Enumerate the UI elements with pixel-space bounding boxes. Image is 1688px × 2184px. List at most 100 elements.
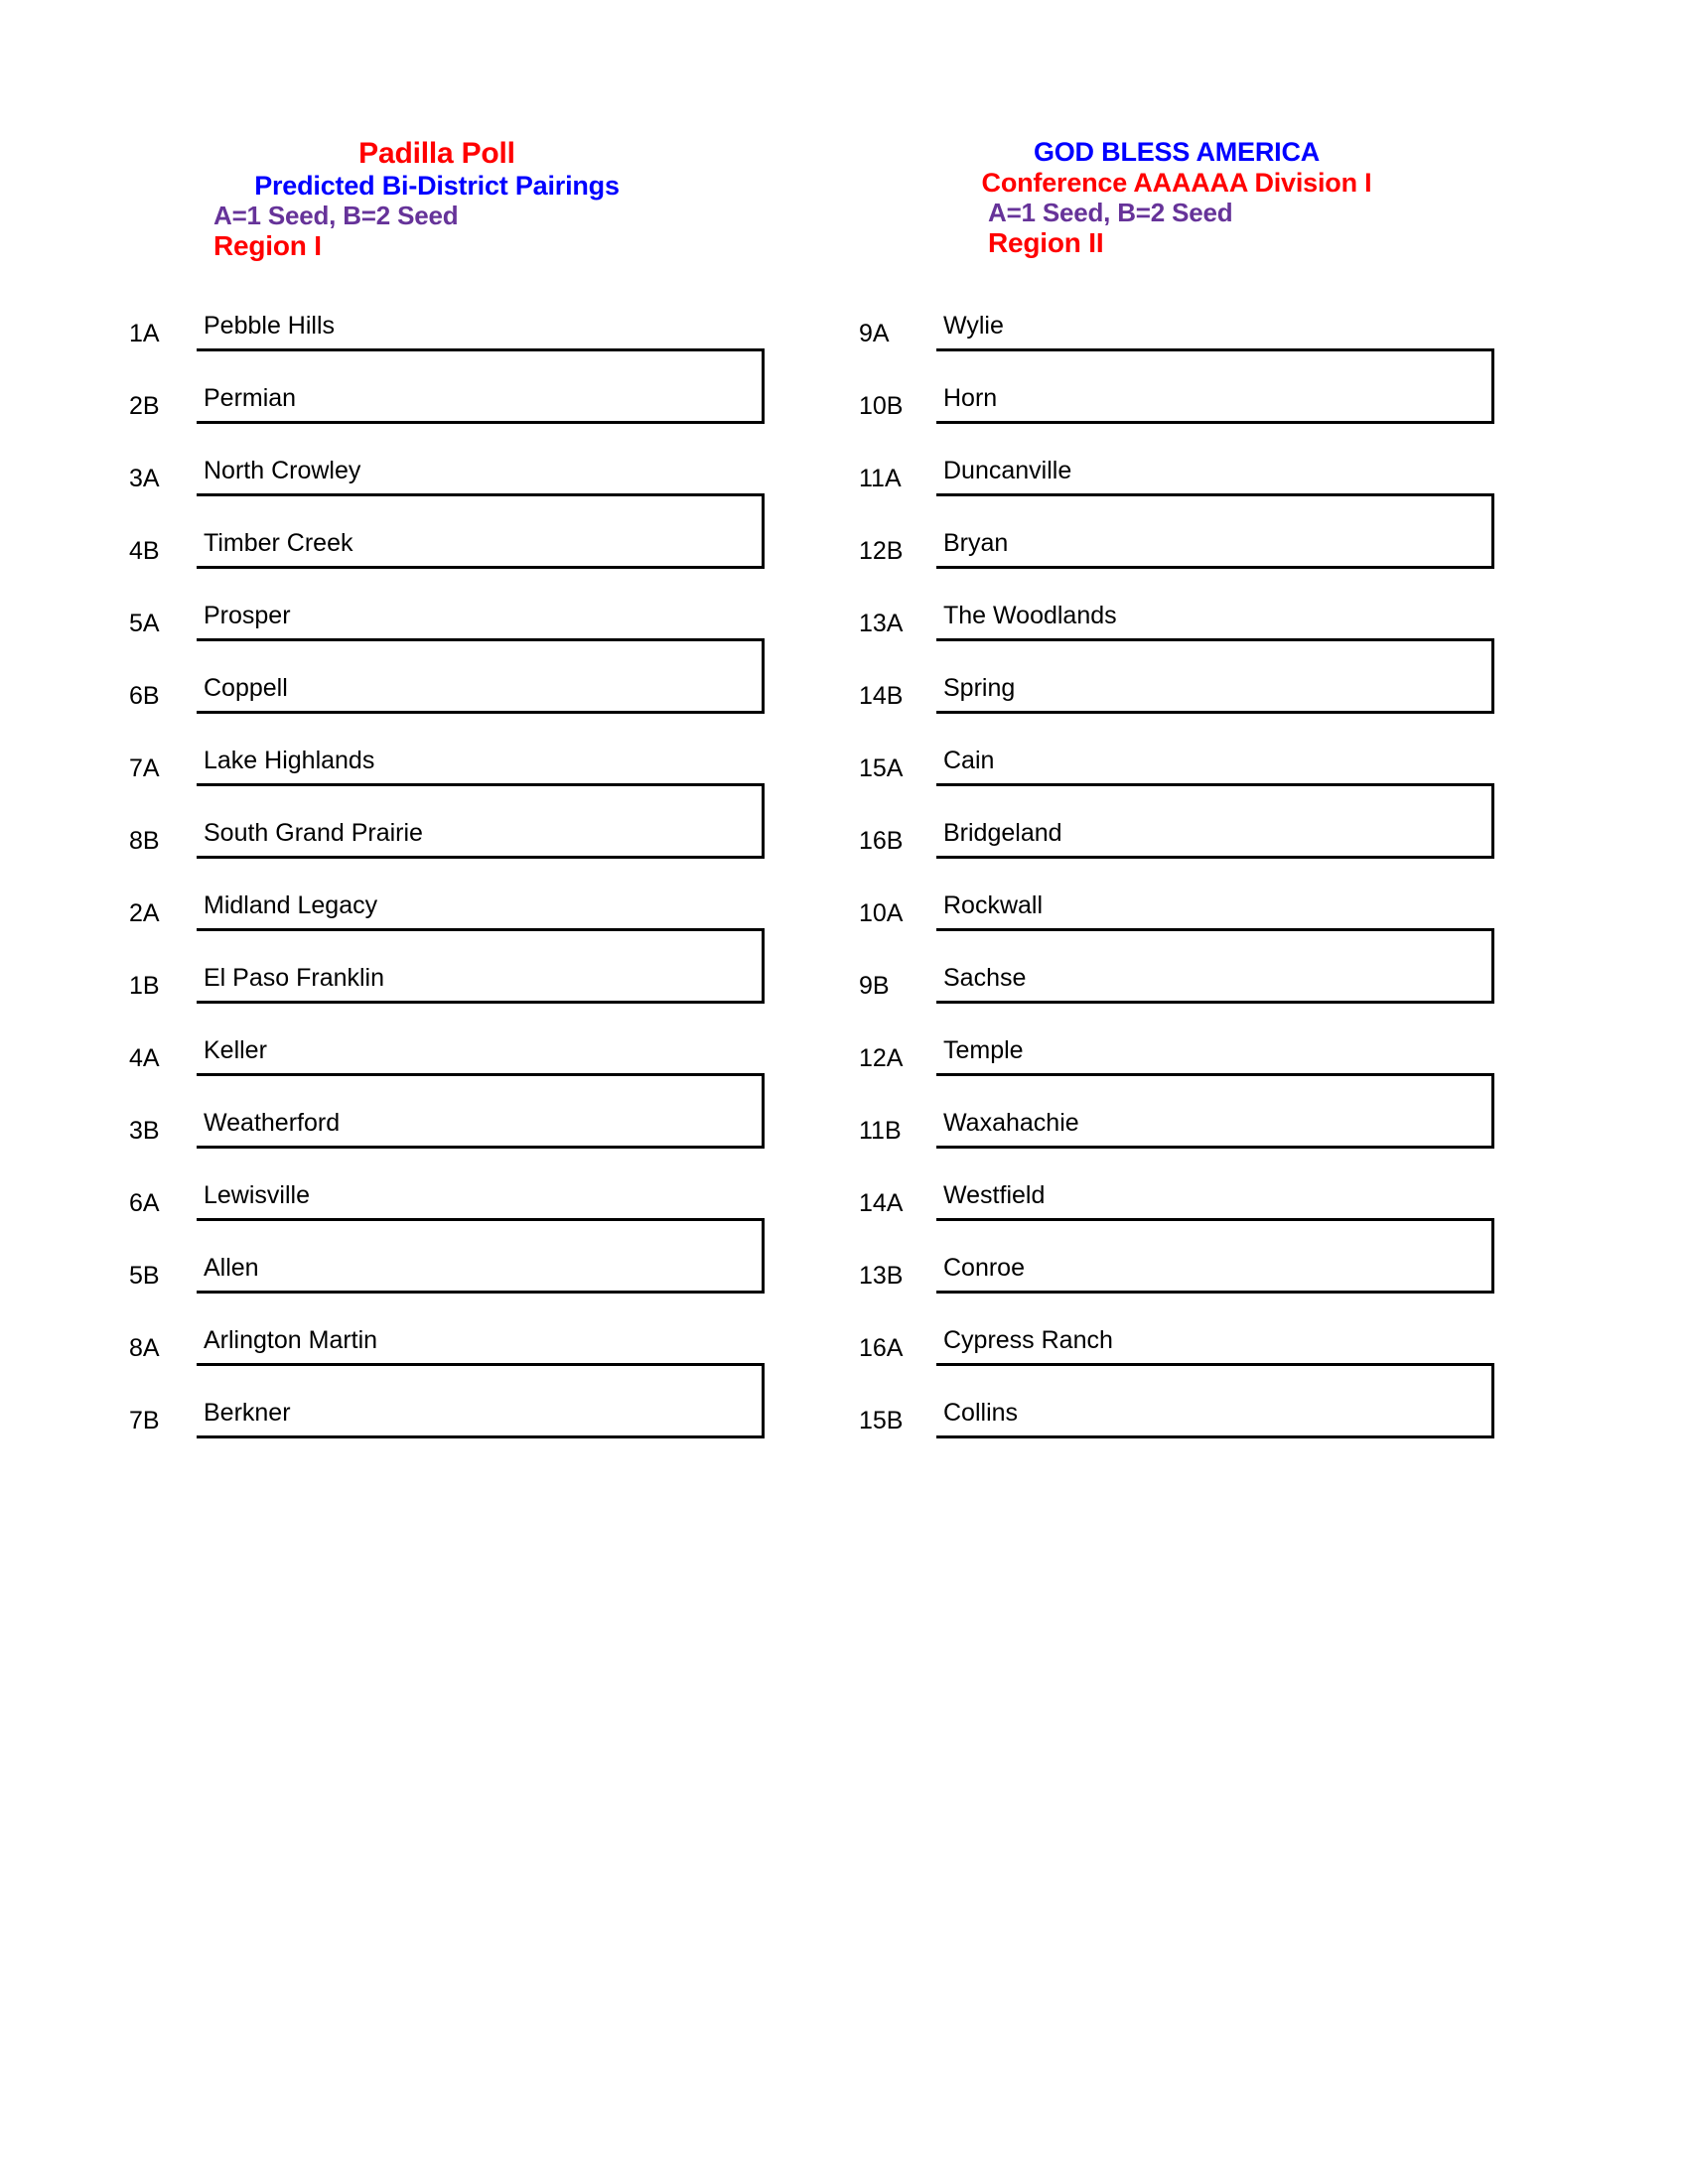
team-slot[interactable]: Bridgeland (936, 811, 1494, 859)
team-slot[interactable]: Timber Creek (197, 521, 765, 569)
team-slot[interactable]: The Woodlands (936, 594, 1494, 641)
team-name: Waxahachie (943, 1109, 1079, 1137)
team-slot[interactable]: Lewisville (197, 1173, 765, 1221)
bracket-pair: 5A Prosper 6B Coppell (129, 594, 765, 739)
bracket-connector (762, 783, 765, 859)
seed-label: 5B (129, 1262, 160, 1290)
bracket-pair: 6A Lewisville 5B Allen (129, 1173, 765, 1318)
region-2-bracket: 9A Wylie 10B Horn 11A Duncanville 12B Br… (859, 304, 1494, 1463)
bracket-connector (762, 493, 765, 569)
bracket-slot: 2A Midland Legacy (129, 884, 765, 956)
team-slot[interactable]: Wylie (936, 304, 1494, 351)
seed-legend: A=1 Seed, B=2 Seed (213, 201, 459, 231)
team-name: North Crowley (204, 457, 361, 484)
team-slot[interactable]: Arlington Martin (197, 1318, 765, 1366)
team-slot[interactable]: North Crowley (197, 449, 765, 496)
seed-label: 11A (859, 465, 902, 492)
bracket-pair: 3A North Crowley 4B Timber Creek (129, 449, 765, 594)
team-name: Pebble Hills (204, 312, 336, 340)
team-name: Arlington Martin (204, 1326, 378, 1354)
team-name: El Paso Franklin (204, 964, 385, 992)
team-slot[interactable]: Allen (197, 1246, 765, 1294)
team-slot[interactable]: Sachse (936, 956, 1494, 1004)
bracket-pair: 16A Cypress Ranch 15B Collins (859, 1318, 1494, 1463)
team-slot[interactable]: Conroe (936, 1246, 1494, 1294)
seed-label: 10B (859, 392, 904, 420)
team-slot[interactable]: Westfield (936, 1173, 1494, 1221)
team-slot[interactable]: Collins (936, 1391, 1494, 1438)
team-name: Allen (204, 1254, 259, 1282)
team-slot[interactable]: Midland Legacy (197, 884, 765, 931)
team-name: Coppell (204, 674, 288, 702)
team-name: Midland Legacy (204, 891, 378, 919)
bracket-connector (1491, 1218, 1494, 1294)
bracket-slot: 13B Conroe (859, 1246, 1494, 1318)
bracket-slot: 8A Arlington Martin (129, 1318, 765, 1391)
seed-label: 14B (859, 682, 904, 710)
team-name: Collins (943, 1399, 1019, 1427)
team-slot[interactable]: Bryan (936, 521, 1494, 569)
team-slot[interactable]: Lake Highlands (197, 739, 765, 786)
seed-label: 14A (859, 1189, 904, 1217)
team-slot[interactable]: Rockwall (936, 884, 1494, 931)
conference-subtitle: Conference AAAAAA Division I (981, 167, 1372, 198)
bracket-slot: 1B El Paso Franklin (129, 956, 765, 1028)
team-name: Berkner (204, 1399, 291, 1427)
seed-label: 11B (859, 1117, 902, 1145)
seed-label: 8A (129, 1334, 160, 1362)
team-slot[interactable]: Waxahachie (936, 1101, 1494, 1149)
team-slot[interactable]: Prosper (197, 594, 765, 641)
seed-label: 8B (129, 827, 160, 855)
bracket-connector (762, 1218, 765, 1294)
team-slot[interactable]: Cain (936, 739, 1494, 786)
bracket-slot: 4B Timber Creek (129, 521, 765, 594)
seed-label: 10A (859, 899, 904, 927)
bracket-slot: 5B Allen (129, 1246, 765, 1318)
team-name: Lake Highlands (204, 747, 375, 774)
team-slot[interactable]: Temple (936, 1028, 1494, 1076)
bracket-connector (762, 1073, 765, 1149)
team-slot[interactable]: El Paso Franklin (197, 956, 765, 1004)
team-name: Duncanville (943, 457, 1072, 484)
team-name: Temple (943, 1036, 1024, 1064)
bracket-slot: 13A The Woodlands (859, 594, 1494, 666)
region-label: Region II (988, 226, 1104, 258)
bracket-slot: 11A Duncanville (859, 449, 1494, 521)
team-slot[interactable]: Duncanville (936, 449, 1494, 496)
seed-label: 15B (859, 1407, 904, 1434)
team-name: Cain (943, 747, 995, 774)
bracket-pair: 11A Duncanville 12B Bryan (859, 449, 1494, 594)
bracket-page: Padilla Poll Predicted Bi-District Pairi… (0, 0, 1688, 2184)
team-slot[interactable]: Cypress Ranch (936, 1318, 1494, 1366)
team-slot[interactable]: Keller (197, 1028, 765, 1076)
bracket-connector (1491, 493, 1494, 569)
team-slot[interactable]: Horn (936, 376, 1494, 424)
bracket-slot: 6A Lewisville (129, 1173, 765, 1246)
seed-label: 3A (129, 465, 160, 492)
seed-label: 9A (859, 320, 890, 347)
team-name: The Woodlands (943, 602, 1117, 629)
team-slot[interactable]: South Grand Prairie (197, 811, 765, 859)
bracket-pair: 1A Pebble Hills 2B Permian (129, 304, 765, 449)
team-slot[interactable]: Pebble Hills (197, 304, 765, 351)
bracket-pair: 15A Cain 16B Bridgeland (859, 739, 1494, 884)
seed-label: 13A (859, 610, 904, 637)
team-slot[interactable]: Permian (197, 376, 765, 424)
seed-label: 6B (129, 682, 160, 710)
bracket-slot: 8B South Grand Prairie (129, 811, 765, 884)
bracket-slot: 11B Waxahachie (859, 1101, 1494, 1173)
bracket-slot: 12A Temple (859, 1028, 1494, 1101)
seed-label: 2B (129, 392, 160, 420)
bracket-connector (1491, 783, 1494, 859)
seed-label: 15A (859, 754, 904, 782)
team-slot[interactable]: Weatherford (197, 1101, 765, 1149)
team-slot[interactable]: Berkner (197, 1391, 765, 1438)
bracket-slot: 15A Cain (859, 739, 1494, 811)
team-slot[interactable]: Spring (936, 666, 1494, 714)
seed-label: 7A (129, 754, 160, 782)
region-2-headings: GOD BLESS AMERICA Conference AAAAAA Divi… (859, 137, 1494, 258)
god-bless-america-title: GOD BLESS AMERICA (1033, 137, 1321, 167)
bracket-connector (1491, 638, 1494, 714)
bracket-pair: 7A Lake Highlands 8B South Grand Prairie (129, 739, 765, 884)
team-slot[interactable]: Coppell (197, 666, 765, 714)
